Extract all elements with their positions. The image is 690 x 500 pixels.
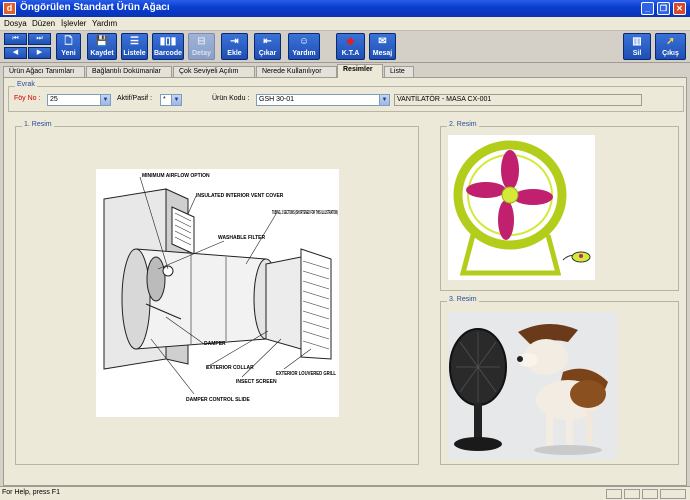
- detail-icon: ⊟: [197, 36, 206, 47]
- save-icon: 💾: [95, 36, 109, 47]
- aktif-pasif-combo[interactable]: * ▼: [160, 94, 182, 106]
- dog-fan-svg: [448, 312, 617, 460]
- last-record-button[interactable]: ⏭: [28, 33, 51, 45]
- message-button[interactable]: ✉ Mesaj: [369, 33, 396, 60]
- new-button[interactable]: 🗋 Yeni: [56, 33, 81, 60]
- diagram-label-damper-slide: DAMPER CONTROL SLIDE: [186, 397, 250, 403]
- list-icon: ☰: [130, 36, 139, 47]
- close-button[interactable]: ✕: [673, 2, 686, 15]
- first-record-button[interactable]: ⏮: [4, 33, 27, 45]
- exit-icon: ➚: [666, 36, 675, 47]
- window-title: Öngörülen Standart Ürün Ağacı: [20, 2, 170, 13]
- diagram-label-washable-filter: WASHABLE FILTER: [218, 235, 266, 241]
- title-bar: d Öngörülen Standart Ürün Ağacı _ ❐ ✕: [0, 0, 690, 17]
- save-button[interactable]: 💾 Kaydet: [87, 33, 117, 60]
- diagram-label-insect-screen: INSECT SCREEN: [236, 379, 277, 385]
- barcode-button[interactable]: ▮▯▮ Barcode: [152, 33, 184, 60]
- resim-1-title: 1. Resim: [22, 121, 54, 128]
- resim-2-title: 2. Resim: [447, 121, 479, 128]
- vent-diagram-svg: MINIMUM AIRFLOW OPTION INSULATED INTERIO…: [103, 173, 338, 403]
- status-cell-3: [642, 489, 658, 499]
- menu-dosya[interactable]: Dosya: [4, 19, 27, 28]
- diagram-label-exterior-louvered: EXTERIOR LOUVERED GRILL: [276, 371, 336, 377]
- barcode-icon: ▮▯▮: [159, 36, 177, 47]
- menu-bar: Dosya Düzen İşlevler Yardım: [0, 17, 690, 31]
- urun-kodu-combo[interactable]: GSH 30-01 ▼: [256, 94, 390, 106]
- chevron-down-icon[interactable]: ▼: [171, 95, 181, 105]
- remove-button[interactable]: ⇤ Çıkar: [254, 33, 281, 60]
- help-button[interactable]: ☺ Yardım: [288, 33, 320, 60]
- menu-duzen[interactable]: Düzen: [32, 19, 55, 28]
- vent-diagram-image: MINIMUM AIRFLOW OPTION INSULATED INTERIO…: [96, 169, 339, 417]
- urun-kodu-label: Ürün Kodu :: [212, 95, 250, 102]
- detail-button[interactable]: ⊟ Detay: [188, 33, 215, 60]
- urun-adi-field: VANTİLATÖR - MASA CX-001: [394, 94, 642, 106]
- kta-icon: ◆: [346, 36, 355, 47]
- resim-2-group: 2. Resim: [440, 121, 679, 291]
- status-cell-1: [606, 489, 622, 499]
- new-document-icon: 🗋: [64, 36, 73, 47]
- add-icon: ⇥: [230, 36, 239, 47]
- aktif-pasif-label: Aktif/Pasif :: [117, 95, 153, 102]
- diagram-label-min-airflow: MINIMUM AIRFLOW OPTION: [142, 173, 210, 179]
- tab-strip: Ürün Ağacı Tanımları Bağlantılı Dokümanl…: [0, 64, 690, 78]
- diagram-label-damper: DAMPER: [204, 341, 226, 347]
- diagram-label-tubing: TUBING, 2 SECTIONS (SHORTENED FOR THIS I…: [272, 210, 338, 216]
- message-icon: ✉: [378, 36, 387, 47]
- help-smiley-icon: ☺: [298, 36, 310, 47]
- chevron-down-icon[interactable]: ▼: [100, 95, 110, 105]
- fan-product-image: [448, 135, 595, 280]
- minimize-button[interactable]: _: [641, 2, 654, 15]
- main-panel: Evrak Föy No : 25 ▼ Aktif/Pasif : * ▼ Ür…: [3, 77, 687, 486]
- evrak-group-title: Evrak: [15, 81, 37, 88]
- remove-icon: ⇤: [263, 36, 272, 47]
- resim-3-group: 3. Resim: [440, 296, 679, 465]
- kta-button[interactable]: ◆ K.T.A: [336, 33, 365, 60]
- resim-1-group: 1. Resim MINIMUM AIRFLOW OPTION INSULATE…: [15, 121, 419, 465]
- tab-resimler[interactable]: Resimler: [337, 64, 383, 78]
- status-bar: For Help, press F1: [0, 486, 690, 500]
- evrak-group: Evrak Föy No : 25 ▼ Aktif/Pasif : * ▼ Ür…: [8, 81, 684, 112]
- status-text: For Help, press F1: [2, 489, 60, 496]
- delete-button[interactable]: ▥ Sil: [623, 33, 651, 60]
- exit-button[interactable]: ➚ Çıkış: [655, 33, 686, 60]
- add-button[interactable]: ⇥ Ekle: [221, 33, 248, 60]
- list-button[interactable]: ☰ Listele: [121, 33, 148, 60]
- prev-record-button[interactable]: ◀: [4, 47, 27, 59]
- diagram-label-exterior-collar: EXTERIOR COLLAR: [206, 365, 254, 371]
- fan-svg: [453, 140, 591, 276]
- menu-yardim[interactable]: Yardım: [92, 19, 117, 28]
- toolbar: ⏮ ⏭ ◀ ▶ 🗋 Yeni 💾 Kaydet ☰ Listele ▮▯▮ Ba…: [0, 31, 690, 63]
- app-icon: d: [3, 2, 16, 15]
- diagram-label-insulated-cover: INSULATED INTERIOR VENT COVER: [196, 193, 284, 199]
- chevron-down-icon[interactable]: ▼: [379, 95, 389, 105]
- status-cell-4: [660, 489, 686, 499]
- resim-3-title: 3. Resim: [447, 296, 479, 303]
- next-record-button[interactable]: ▶: [28, 47, 51, 59]
- menu-islevler[interactable]: İşlevler: [61, 19, 86, 28]
- foy-no-label: Föy No :: [14, 95, 41, 102]
- restore-button[interactable]: ❐: [657, 2, 670, 15]
- dog-fan-photo: [448, 312, 617, 460]
- status-cell-2: [624, 489, 640, 499]
- delete-icon: ▥: [632, 36, 642, 47]
- foy-no-combo[interactable]: 25 ▼: [47, 94, 111, 106]
